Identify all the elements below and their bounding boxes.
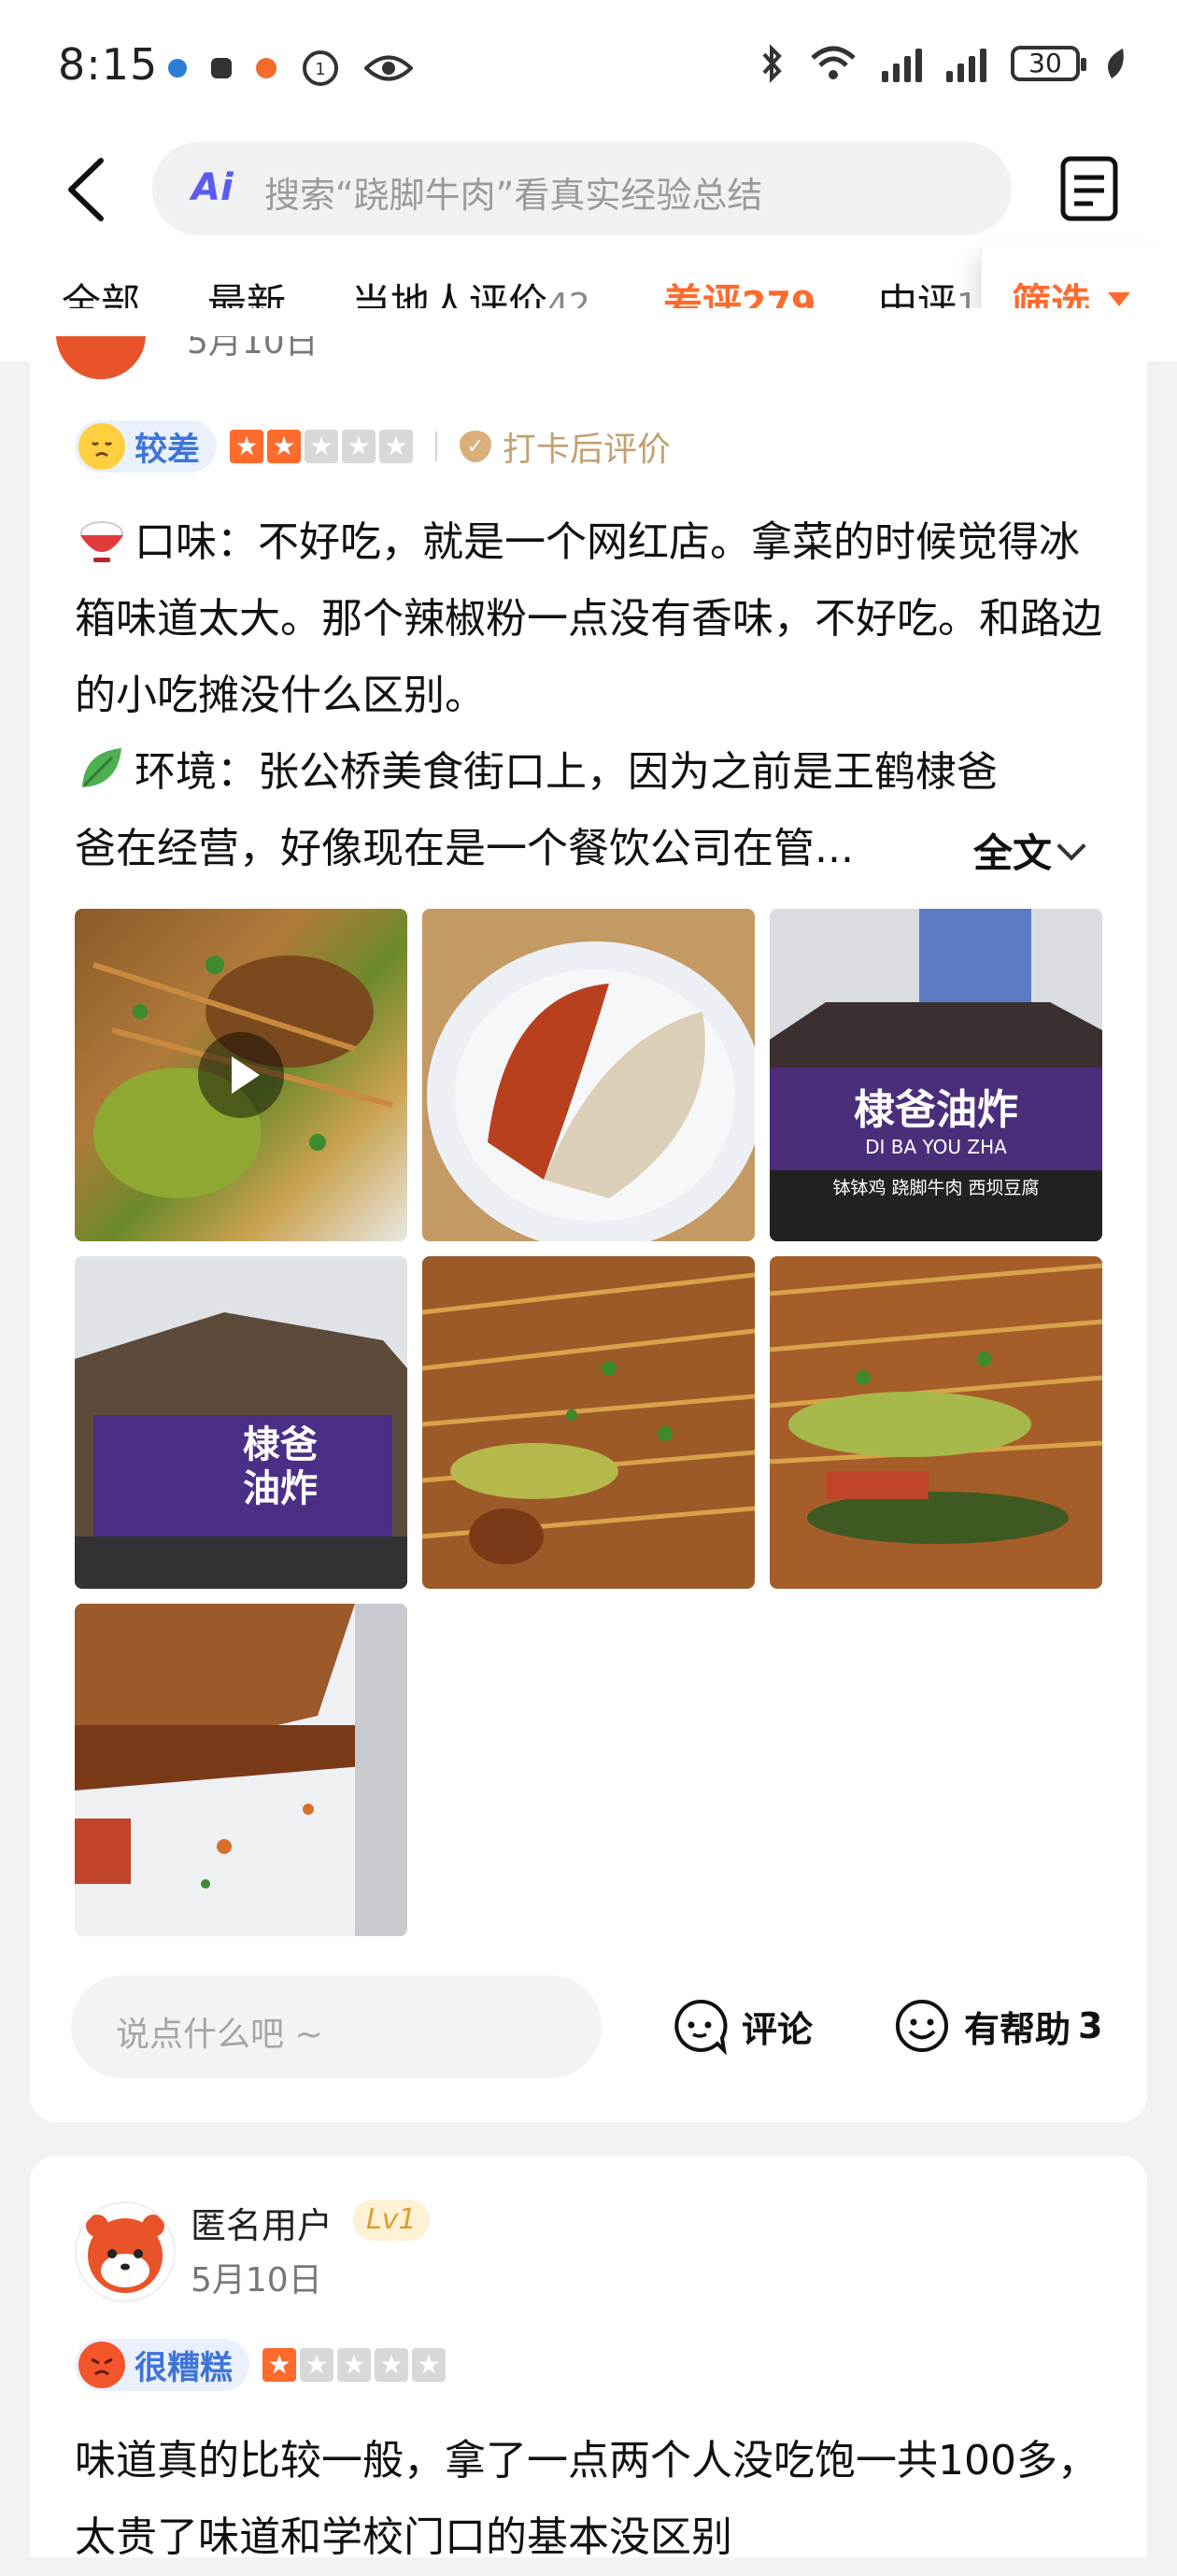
- username[interactable]: 匿名用户: [191, 2197, 333, 2248]
- checkin-badge: ✓ 打卡后评价: [460, 422, 671, 471]
- svg-text:DI BA YOU ZHA: DI BA YOU ZHA: [865, 1136, 1007, 1158]
- review-body[interactable]: 口味：不好吃，就是一个网红店。拿菜的时候觉得冰箱味道太大。那个辣椒粉一点没有香味…: [75, 504, 1102, 887]
- review-body[interactable]: 味道真的比较一般，拿了一点两个人没吃饱一共100多，太贵了味道和学校门口的基本没…: [75, 2423, 1102, 2576]
- star-empty-icon: ★: [337, 2348, 372, 2382]
- star-empty-icon: ★: [379, 430, 414, 463]
- status-time: 8:15: [58, 39, 159, 90]
- checkin-label: 打卡后评价: [503, 431, 672, 469]
- comment-bubble-icon: [674, 1999, 728, 2055]
- back-arrow-icon[interactable]: [60, 157, 116, 222]
- rating-row: 较差 ★ ★ ★ ★ ★ ✓ 打卡后评价: [75, 420, 671, 473]
- chevron-down-icon: [1056, 830, 1086, 861]
- review-paragraph-environment: 环境：张公桥美食街口上，因为之前是王鹤棣爸爸在经营，好像现在是一个餐饮公司在管.…: [75, 734, 1009, 887]
- star-empty-icon: ★: [300, 2348, 334, 2382]
- photo-thumbnail[interactable]: 棣爸油炸 DI BA YOU ZHA 钵钵鸡 跷脚牛肉 西坝豆腐: [770, 909, 1102, 1241]
- red-panda-avatar-icon: [86, 2215, 164, 2293]
- rice-bowl-icon: [80, 521, 123, 562]
- rating-row: 很糟糕 ★ ★ ★ ★ ★: [75, 2339, 447, 2391]
- photo-thumbnail[interactable]: [75, 909, 407, 1241]
- divider: [435, 432, 438, 461]
- comment-button[interactable]: 评论: [671, 1997, 813, 2055]
- svg-text:油炸: 油炸: [243, 1467, 318, 1510]
- photo-thumbnail[interactable]: [75, 1604, 407, 1936]
- status-bar: 8:15 1 30: [0, 0, 1177, 131]
- summary-document-icon[interactable]: [1059, 155, 1119, 222]
- photo-thumbnail[interactable]: 棣爸 油炸: [75, 1256, 407, 1589]
- star-empty-icon: ★: [412, 2348, 447, 2382]
- play-video-icon[interactable]: [198, 1032, 284, 1118]
- helpful-button[interactable]: 有帮助 3: [893, 1997, 1102, 2055]
- avatar[interactable]: [75, 2201, 176, 2302]
- star-empty-icon: ★: [375, 2348, 409, 2382]
- photo-thumbnail[interactable]: [422, 909, 755, 1241]
- svg-text:棣爸油炸: 棣爸油炸: [854, 1086, 1018, 1134]
- app-notification-icon: [211, 58, 232, 78]
- rating-label: 较差: [135, 431, 201, 469]
- star-filled-icon: ★: [230, 430, 264, 463]
- search-input[interactable]: Ai 搜索“跷脚牛肉”看真实经验总结: [152, 142, 1012, 235]
- eye-icon: [364, 55, 413, 81]
- review-paragraph-taste: 口味：不好吃，就是一个网红店。拿菜的时候觉得冰箱味道太大。那个辣椒粉一点没有香味…: [75, 504, 1102, 734]
- ai-icon: Ai: [191, 166, 234, 209]
- star-rating: ★ ★ ★ ★ ★: [262, 2348, 447, 2382]
- avatar[interactable]: [50, 336, 153, 383]
- star-empty-icon: ★: [305, 430, 339, 463]
- comment-input[interactable]: 说点什么吧 ~: [71, 1975, 602, 2078]
- rating-badge: 很糟糕: [75, 2339, 250, 2391]
- bluetooth-icon: [762, 44, 782, 83]
- rating-label: 很糟糕: [135, 2349, 234, 2387]
- speed-icon: 1: [303, 50, 338, 86]
- star-filled-icon: ★: [262, 2348, 297, 2382]
- smile-icon: [896, 2000, 948, 2052]
- star-rating: ★ ★ ★ ★ ★: [230, 430, 414, 463]
- svg-text:钵钵鸡 跷脚牛肉 西坝豆腐: 钵钵鸡 跷脚牛肉 西坝豆腐: [832, 1178, 1039, 1198]
- verified-shield-icon: ✓: [460, 431, 492, 462]
- search-placeholder: 搜索“跷脚牛肉”看真实经验总结: [264, 175, 763, 216]
- photo-thumbnail[interactable]: [770, 1256, 1102, 1589]
- system-icons: 30: [760, 43, 1127, 84]
- full-text-button[interactable]: 全文: [973, 822, 1086, 879]
- signal-icon: [946, 45, 986, 82]
- review-date: 5月10日: [191, 2261, 322, 2300]
- app-notification-icon: [256, 58, 277, 78]
- svg-text:1: 1: [315, 60, 325, 79]
- battery-icon: 30: [1011, 46, 1086, 81]
- svg-text:棣爸: 棣爸: [243, 1423, 318, 1466]
- photo-thumbnail[interactable]: [422, 1256, 755, 1589]
- notification-icons: 1: [168, 49, 413, 88]
- search-header: Ai 搜索“跷脚牛肉”看真实经验总结: [0, 131, 1177, 248]
- app-notification-icon: [168, 59, 187, 78]
- leaf-icon: [82, 748, 121, 787]
- star-filled-icon: ★: [267, 430, 302, 463]
- signal-icon: [882, 45, 922, 82]
- angry-face-icon: [78, 2342, 125, 2388]
- leaf-icon: [1108, 49, 1124, 78]
- rating-badge: 较差: [75, 420, 218, 473]
- dropdown-triangle-icon: [1108, 292, 1130, 306]
- user-level-badge: Lv1: [353, 2200, 430, 2241]
- wifi-icon: [811, 46, 856, 79]
- star-empty-icon: ★: [342, 430, 376, 463]
- sad-face-icon: [78, 423, 125, 470]
- review-date: 5月10日: [187, 336, 319, 361]
